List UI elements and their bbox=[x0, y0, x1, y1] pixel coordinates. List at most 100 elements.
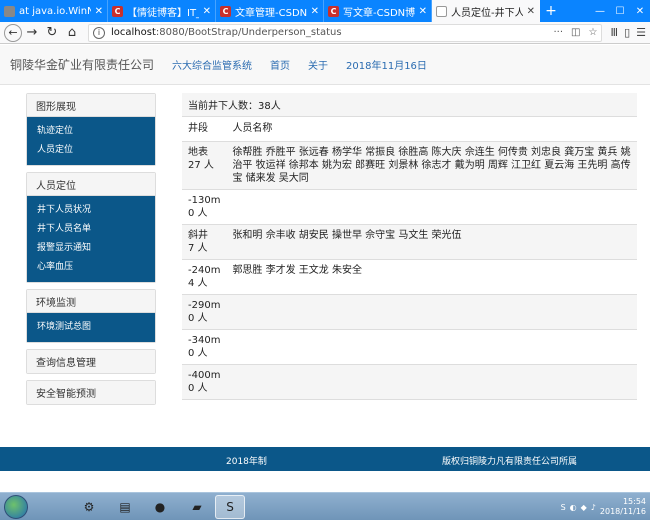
tab-title: at java.io.WinNTFil bbox=[19, 5, 91, 17]
close-icon[interactable]: ✕ bbox=[95, 6, 103, 17]
names-cell bbox=[226, 329, 637, 365]
pocket-icon[interactable]: ◫ bbox=[571, 27, 580, 38]
table-row: -240m 4 人 郭思胜 李才发 王文龙 朱安全 bbox=[182, 259, 637, 295]
browser-tab[interactable]: C 【情徒博客】IT_JAV ✕ bbox=[108, 0, 216, 22]
menu-icon[interactable]: ☰ bbox=[636, 26, 646, 39]
close-window-icon[interactable]: ✕ bbox=[630, 0, 650, 22]
document-app-icon[interactable]: ▤ bbox=[110, 495, 140, 519]
table-row: 地表 27 人 徐帮胜 乔胜平 张远春 杨学华 常振良 徐胜高 陈大庆 佘连生 何… bbox=[182, 141, 637, 190]
sidebar-item[interactable]: 井下人员状况 bbox=[27, 201, 155, 220]
tab-title: 写文章-CSDN博客 bbox=[343, 7, 415, 19]
page-favicon-icon bbox=[436, 5, 447, 17]
sidebar-item[interactable]: 井下人员名单 bbox=[27, 220, 155, 239]
maximize-icon[interactable]: ☐ bbox=[610, 0, 630, 22]
names-cell bbox=[226, 189, 637, 225]
table-row: 斜井 7 人 张和明 佘丰收 胡安民 操世早 佘守宝 马文生 荣光伍 bbox=[182, 224, 637, 260]
sidebar-item[interactable]: 人员定位 bbox=[27, 141, 155, 160]
browser-tab[interactable]: at java.io.WinNTFil ✕ bbox=[0, 0, 108, 22]
footer-year: 2018年制 bbox=[226, 457, 267, 467]
folder-icon[interactable]: ▰ bbox=[182, 495, 212, 519]
system-tray: S ◐ ◆ ♪ 15:54 2018/11/16 bbox=[561, 493, 646, 520]
sidebar-panel-positioning: 人员定位 井下人员状况 井下人员名单 报警显示通知 心率血压 bbox=[26, 172, 156, 283]
segment-cell: -400m 0 人 bbox=[182, 364, 227, 400]
eclipse-app-icon[interactable]: S bbox=[215, 495, 245, 519]
names-cell: 郭思胜 李才发 王文龙 朱安全 bbox=[226, 259, 637, 295]
sidebar-item[interactable]: 报警显示通知 bbox=[27, 239, 155, 258]
segment-cell: 斜井 7 人 bbox=[182, 224, 227, 260]
sidebar-item[interactable]: 环境测试总图 bbox=[27, 318, 155, 337]
site-brand[interactable]: 铜陵华金矿业有限责任公司 bbox=[10, 56, 154, 73]
panel-title[interactable]: 查询信息管理 bbox=[27, 350, 155, 373]
tab-title: 人员定位-井下人员 bbox=[451, 7, 523, 19]
names-cell: 徐帮胜 乔胜平 张远春 杨学华 常振良 徐胜高 陈大庆 佘连生 何传贵 刘忠良 … bbox=[226, 141, 637, 190]
tray-icon[interactable]: ◆ bbox=[581, 503, 587, 512]
close-icon[interactable]: ✕ bbox=[419, 6, 427, 17]
csdn-favicon-icon: C bbox=[220, 5, 231, 17]
start-button-icon[interactable] bbox=[4, 495, 28, 519]
tray-icon[interactable]: ◐ bbox=[570, 503, 577, 512]
close-icon[interactable]: ✕ bbox=[311, 6, 319, 17]
column-header: 人员名称 bbox=[226, 117, 637, 142]
table-row: -400m 0 人 bbox=[182, 364, 637, 400]
close-icon[interactable]: ✕ bbox=[203, 6, 211, 17]
bookmark-star-icon[interactable]: ☆ bbox=[589, 27, 598, 38]
footer-copyright: 版权归铜陵力凡有限责任公司所属 bbox=[442, 457, 578, 467]
firefox-icon[interactable]: ● bbox=[145, 495, 175, 519]
csdn-favicon-icon: C bbox=[112, 5, 123, 17]
sidebar-item[interactable]: 轨迹定位 bbox=[27, 122, 155, 141]
page-actions-icon[interactable]: ··· bbox=[554, 27, 564, 38]
nav-link-about[interactable]: 关于 bbox=[308, 57, 328, 72]
browser-navigation-bar: ← → ↻ ⌂ i localhost :8080/BootStrap/Unde… bbox=[0, 22, 650, 44]
browser-tab-active[interactable]: 人员定位-井下人员 ✕ bbox=[432, 0, 540, 22]
sidebar: 图形展现 轨迹定位 人员定位 人员定位 井下人员状况 井下人员名单 报警显示通知… bbox=[26, 93, 156, 411]
volume-icon[interactable]: ♪ bbox=[591, 503, 596, 512]
browser-tab-bar: at java.io.WinNTFil ✕ C 【情徒博客】IT_JAV ✕ C… bbox=[0, 0, 650, 22]
csdn-favicon-icon: C bbox=[328, 5, 339, 17]
column-header: 井段 bbox=[182, 117, 227, 142]
main-content: 当前井下人数：38人 井段 人员名称 地表 27 人 徐帮胜 乔胜平 张远春 杨学… bbox=[182, 93, 637, 400]
url-host: localhost bbox=[111, 27, 156, 38]
personnel-table: 井段 人员名称 地表 27 人 徐帮胜 乔胜平 张远春 杨学华 常振良 徐胜高 陈… bbox=[182, 117, 637, 400]
panel-title[interactable]: 人员定位 bbox=[27, 173, 155, 196]
panel-title[interactable]: 安全智能预测 bbox=[27, 381, 155, 404]
nav-link-home[interactable]: 首页 bbox=[270, 57, 290, 72]
sidebar-item[interactable]: 心率血压 bbox=[27, 258, 155, 277]
table-row: -340m 0 人 bbox=[182, 329, 637, 365]
browser-tab[interactable]: C 文章管理-CSDN博客 ✕ bbox=[216, 0, 324, 22]
browser-tab[interactable]: C 写文章-CSDN博客 ✕ bbox=[324, 0, 432, 22]
close-icon[interactable]: ✕ bbox=[527, 6, 535, 17]
top-nav: 六大综合监管系统 首页 关于 2018年11月16日 bbox=[172, 57, 445, 72]
minimize-icon[interactable]: — bbox=[590, 0, 610, 22]
reload-icon[interactable]: ↻ bbox=[42, 23, 62, 43]
underground-count: 当前井下人数：38人 bbox=[182, 93, 637, 117]
site-info-icon[interactable]: i bbox=[93, 26, 105, 39]
panel-title[interactable]: 图形展现 bbox=[27, 94, 155, 117]
tab-title: 【情徒博客】IT_JAV bbox=[127, 7, 199, 19]
home-icon[interactable]: ⌂ bbox=[62, 23, 82, 43]
new-tab-button[interactable]: + bbox=[540, 0, 562, 22]
panel-title[interactable]: 环境监测 bbox=[27, 290, 155, 313]
page-favicon-icon bbox=[4, 5, 15, 17]
address-bar[interactable]: i localhost :8080/BootStrap/Underperson_… bbox=[88, 23, 603, 42]
nav-link-system[interactable]: 六大综合监管系统 bbox=[172, 57, 252, 72]
window-controls: — ☐ ✕ bbox=[590, 0, 650, 22]
sidebar-panel-environment: 环境监测 环境测试总图 bbox=[26, 289, 156, 343]
segment-cell: 地表 27 人 bbox=[182, 141, 227, 190]
network-app-icon[interactable]: ⚙ bbox=[74, 495, 104, 519]
sidebar-panel-safety: 安全智能预测 bbox=[26, 380, 156, 405]
taskbar-clock[interactable]: 15:54 2018/11/16 bbox=[600, 497, 646, 517]
segment-cell: -340m 0 人 bbox=[182, 329, 227, 365]
nav-date[interactable]: 2018年11月16日 bbox=[346, 57, 427, 72]
library-icon[interactable]: Ⅲ bbox=[610, 26, 618, 39]
names-cell bbox=[226, 294, 637, 330]
table-row: -130m 0 人 bbox=[182, 189, 637, 225]
tab-title: 文章管理-CSDN博客 bbox=[235, 7, 307, 19]
site-footer: 2018年制 版权归铜陵力凡有限责任公司所属 bbox=[0, 447, 650, 471]
table-row: -290m 0 人 bbox=[182, 294, 637, 330]
back-arrow-icon[interactable]: ← bbox=[4, 23, 22, 42]
input-method-icon[interactable]: S bbox=[561, 503, 566, 512]
sidebar-toggle-icon[interactable]: ▯ bbox=[624, 26, 630, 39]
forward-arrow-icon[interactable]: → bbox=[22, 23, 42, 43]
segment-cell: -240m 4 人 bbox=[182, 259, 227, 295]
segment-cell: -130m 0 人 bbox=[182, 189, 227, 225]
